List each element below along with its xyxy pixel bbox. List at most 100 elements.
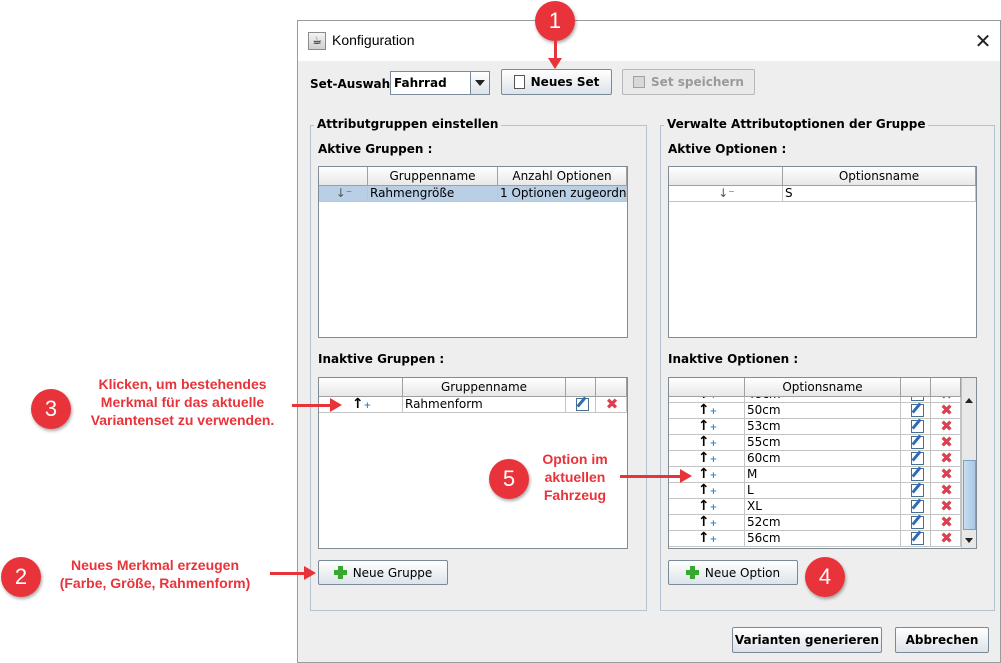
- header-optionsname[interactable]: Optionsname: [783, 167, 976, 186]
- scroll-down-icon[interactable]: [965, 538, 973, 543]
- edit-icon[interactable]: [901, 467, 931, 483]
- table-row[interactable]: ↑+ 60cm ✖: [669, 451, 961, 467]
- new-option-button[interactable]: Neue Option: [668, 560, 798, 585]
- set-select-value: Fahrrad: [394, 76, 447, 90]
- delete-icon[interactable]: ✖: [931, 435, 961, 451]
- table-row[interactable]: ↑+ Rahmenform ✖: [319, 397, 627, 413]
- save-set-button[interactable]: Set speichern: [622, 69, 755, 95]
- set-auswahl-label: Set-Auswahl: [310, 77, 395, 91]
- delete-icon[interactable]: ✖: [931, 419, 961, 435]
- option-name-cell: 53cm: [745, 419, 901, 435]
- scroll-thumb[interactable]: [963, 460, 976, 530]
- header-cell: [319, 378, 403, 397]
- edit-icon[interactable]: [901, 419, 931, 435]
- option-name-cell: M: [745, 467, 901, 483]
- generate-variants-button[interactable]: Varianten generieren: [732, 627, 882, 653]
- annotation-arrow-2: [270, 572, 306, 575]
- table-row[interactable]: ↑+ 55cm ✖: [669, 435, 961, 451]
- arrow-head-icon: [304, 566, 316, 580]
- attribute-groups-title: Attributgruppen einstellen: [314, 117, 502, 131]
- table-row[interactable]: ↑+ 50cm ✖: [669, 403, 961, 419]
- move-up-icon[interactable]: ↑+: [669, 499, 745, 515]
- move-down-icon[interactable]: ↓⁻: [319, 186, 368, 202]
- edit-icon[interactable]: [901, 531, 931, 547]
- plus-icon: [685, 566, 699, 579]
- move-down-icon[interactable]: ↓⁻: [669, 186, 783, 202]
- delete-icon[interactable]: ✖: [931, 467, 961, 483]
- header-cell: [931, 378, 961, 397]
- move-up-icon[interactable]: ↑+: [669, 515, 745, 531]
- delete-icon[interactable]: ✖: [931, 515, 961, 531]
- table-row[interactable]: ↑+ 53cm ✖: [669, 419, 961, 435]
- annotation-line: Klicken, um bestehendes: [98, 376, 267, 392]
- table-row[interactable]: ↓⁻ Rahmengröße 1 Optionen zugeordnet: [319, 186, 627, 202]
- option-name-cell: S: [783, 186, 976, 202]
- set-select[interactable]: Fahrrad: [390, 71, 490, 95]
- table-row[interactable]: ↑+ M ✖: [669, 467, 961, 483]
- annotation-badge-3: 3: [31, 389, 71, 429]
- edit-icon[interactable]: [901, 451, 931, 467]
- table-row[interactable]: ↑+ 56cm ✖: [669, 531, 961, 547]
- delete-icon[interactable]: ✖: [931, 483, 961, 499]
- header-anzahl-optionen[interactable]: Anzahl Optionen: [498, 167, 627, 186]
- annotation-text-5: Option im aktuellen Fahrzeug: [530, 450, 620, 504]
- move-up-icon[interactable]: ↑+: [669, 403, 745, 419]
- option-name-cell: 50cm: [745, 403, 901, 419]
- group-name-cell: Rahmengröße: [368, 186, 498, 202]
- move-up-icon[interactable]: ↑+: [669, 451, 745, 467]
- new-group-label: Neue Gruppe: [352, 565, 433, 580]
- table-row[interactable]: ↑+ L ✖: [669, 483, 961, 499]
- annotation-badge-4: 4: [805, 557, 845, 597]
- edit-icon[interactable]: [566, 397, 596, 413]
- header-gruppenname[interactable]: Gruppenname: [368, 167, 498, 186]
- move-up-icon[interactable]: ↑+: [669, 483, 745, 499]
- document-icon: [513, 75, 525, 89]
- delete-icon[interactable]: ✖: [931, 531, 961, 547]
- delete-icon[interactable]: ✖: [931, 403, 961, 419]
- cancel-button[interactable]: Abbrechen: [895, 627, 989, 653]
- annotation-badge-2: 2: [1, 557, 41, 597]
- options-scrollbar[interactable]: [961, 378, 976, 548]
- edit-icon[interactable]: [901, 435, 931, 451]
- delete-icon[interactable]: ✖: [596, 397, 627, 413]
- delete-icon[interactable]: ✖: [931, 451, 961, 467]
- move-up-icon[interactable]: ↑+: [669, 419, 745, 435]
- move-up-icon[interactable]: ↑+: [669, 531, 745, 547]
- option-count-cell: 1 Optionen zugeordnet: [498, 186, 627, 202]
- header-optionsname[interactable]: Optionsname: [745, 378, 901, 397]
- inactive-options-table: Optionsname ↑+ 48cm ✖ ↑+ 50cm ✖ ↑+ 53cm …: [668, 377, 977, 549]
- table-row[interactable]: ↓⁻ S: [669, 186, 976, 202]
- chevron-down-icon[interactable]: [470, 72, 489, 94]
- scroll-up-icon[interactable]: [965, 398, 973, 403]
- konfiguration-dialog: ☕ Konfiguration ✕ Set-Auswahl Fahrrad Ne…: [297, 20, 1001, 663]
- edit-icon[interactable]: [901, 403, 931, 419]
- new-group-button[interactable]: Neue Gruppe: [318, 560, 448, 585]
- delete-icon[interactable]: ✖: [931, 499, 961, 515]
- inactive-options-label: Inaktive Optionen :: [668, 352, 799, 366]
- edit-icon[interactable]: [901, 483, 931, 499]
- annotation-arrow-5: [620, 475, 682, 478]
- title-bar: ☕ Konfiguration ✕: [298, 21, 1000, 61]
- annotation-line: Option im: [542, 451, 608, 467]
- table-row[interactable]: ↑+ XL ✖: [669, 499, 961, 515]
- table-row[interactable]: ↑+ 52cm ✖: [669, 515, 961, 531]
- arrow-head-icon: [680, 469, 692, 483]
- option-name-cell: 60cm: [745, 451, 901, 467]
- new-set-button[interactable]: Neues Set: [501, 69, 612, 95]
- annotation-line: Neues Merkmal erzeugen: [70, 557, 240, 573]
- edit-icon[interactable]: [901, 515, 931, 531]
- option-name-cell: 52cm: [745, 515, 901, 531]
- active-groups-table: Gruppenname Anzahl Optionen ↓⁻ Rahmengrö…: [318, 166, 628, 338]
- option-name-cell: XL: [745, 499, 901, 515]
- close-icon[interactable]: ✕: [968, 26, 998, 56]
- header-cell: [319, 167, 368, 186]
- header-gruppenname[interactable]: Gruppenname: [403, 378, 566, 397]
- annotation-line: Fahrzeug: [543, 487, 607, 503]
- option-name-cell: L: [745, 483, 901, 499]
- move-up-icon[interactable]: ↑+: [669, 435, 745, 451]
- header-cell: [669, 167, 783, 186]
- edit-icon[interactable]: [901, 499, 931, 515]
- inactive-groups-label: Inaktive Gruppen :: [318, 352, 445, 366]
- active-options-table: Optionsname ↓⁻ S: [668, 166, 977, 338]
- active-options-label: Aktive Optionen :: [668, 142, 787, 156]
